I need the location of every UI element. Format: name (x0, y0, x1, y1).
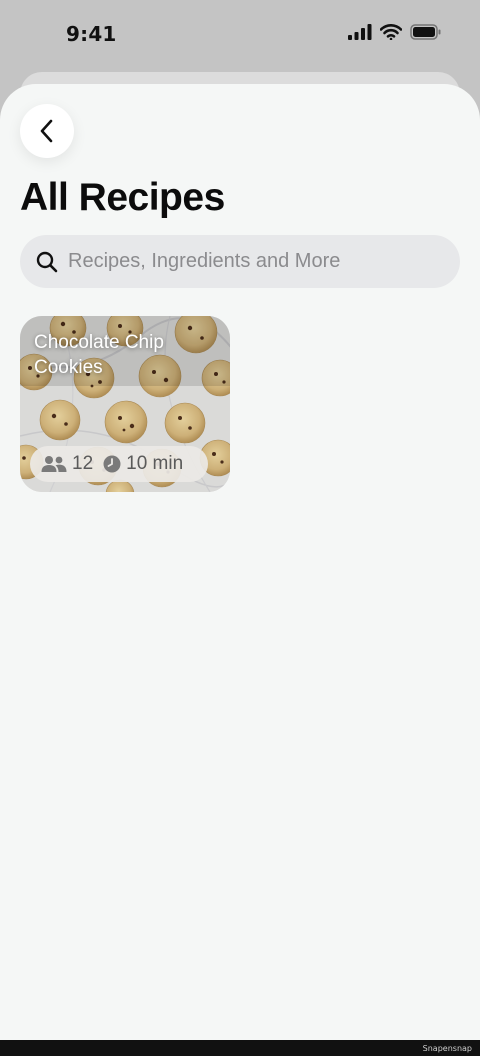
clock-icon (103, 455, 121, 473)
recipe-meta: 12 10 min (30, 446, 208, 482)
status-time: 9:41 (66, 22, 117, 46)
search-bar[interactable] (20, 235, 460, 288)
cellular-signal-icon (348, 24, 372, 40)
servings-count: 12 (72, 453, 94, 474)
battery-icon (410, 24, 441, 40)
page-title: All Recipes (20, 176, 225, 219)
wifi-icon (380, 24, 402, 40)
people-icon (41, 456, 67, 472)
status-icons (348, 24, 442, 40)
search-input[interactable] (68, 250, 438, 273)
bottom-bar (0, 1040, 480, 1056)
chevron-left-icon (40, 119, 53, 143)
back-button[interactable] (20, 104, 74, 158)
recipes-sheet (0, 84, 480, 1040)
watermark: Snapensnap (422, 1044, 472, 1053)
prep-duration: 10 min (126, 453, 184, 474)
status-bar: 9:41 (0, 0, 480, 72)
recipe-title: Chocolate Chip Cookies (34, 332, 164, 378)
search-icon (36, 251, 58, 272)
